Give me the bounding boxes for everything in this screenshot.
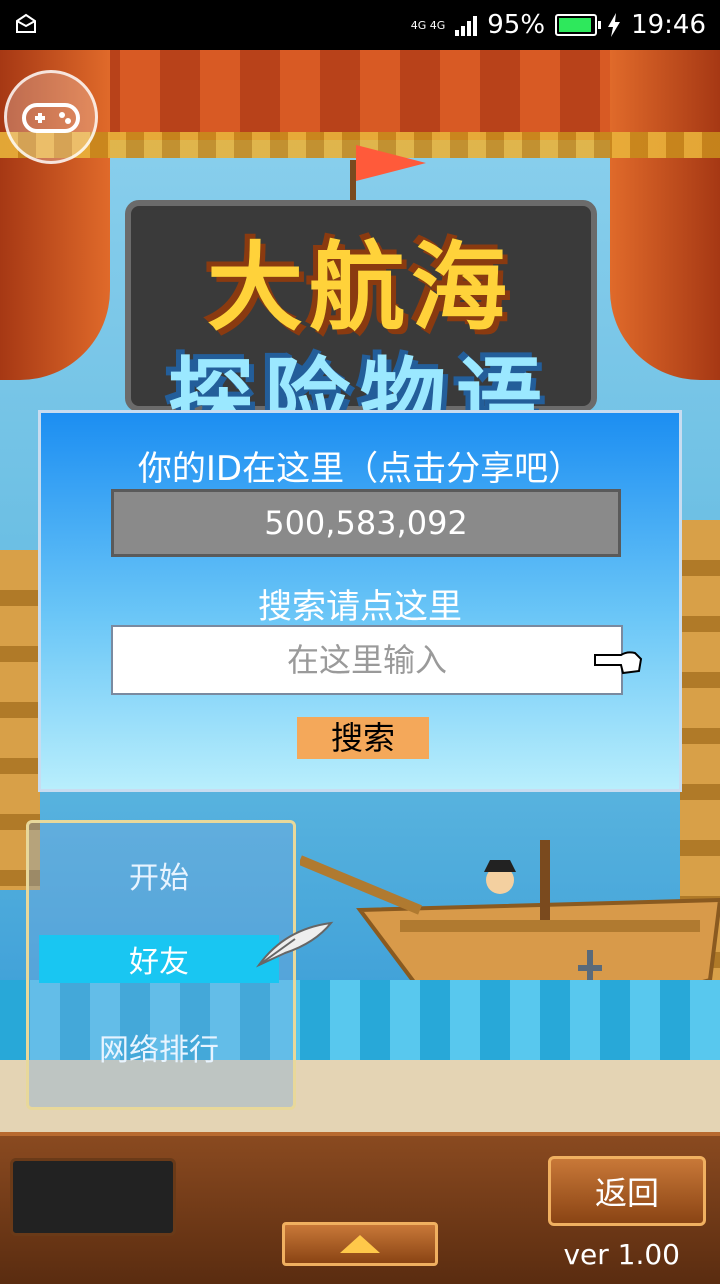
side-menu: 开始 好友 网络排行 (26, 820, 334, 1110)
expand-button[interactable] (282, 1222, 438, 1266)
search-button[interactable]: 搜索 (297, 717, 429, 759)
menu-item-friends[interactable]: 好友 (39, 935, 279, 983)
flag-icon (356, 145, 426, 181)
status-bar: 4G 4G 95% 19:46 (0, 0, 720, 50)
charging-icon (608, 13, 621, 37)
id-label: 你的ID在这里（点击分享吧） (137, 449, 583, 489)
battery-icon (555, 14, 602, 36)
friend-dialog: 你的ID在这里（点击分享吧） 500,583,092 搜索请点这里 搜索 (38, 410, 682, 792)
search-label: 搜索请点这里 (258, 587, 462, 627)
pointing-hand-icon (594, 651, 643, 675)
menu-item-ranking[interactable]: 网络排行 (39, 1023, 279, 1071)
notification-icon (14, 12, 38, 36)
arrow-up-icon (340, 1235, 380, 1253)
empty-slot (10, 1158, 176, 1236)
player-id-box[interactable]: 500,583,092 (111, 489, 621, 557)
bottom-bar: 返回 ver 1.00 (0, 1132, 720, 1284)
gamepad-button[interactable] (4, 70, 98, 164)
search-input[interactable] (111, 625, 623, 695)
clock: 19:46 (631, 10, 706, 40)
quill-pointer-icon (255, 921, 334, 968)
network-type: 4G 4G (410, 18, 446, 32)
battery-fill (559, 18, 592, 32)
signal-icon (455, 14, 478, 36)
back-button[interactable]: 返回 (548, 1156, 706, 1226)
gamepad-icon (22, 103, 80, 133)
menu-item-start[interactable]: 开始 (39, 851, 279, 899)
version-label: ver 1.00 (563, 1238, 680, 1271)
battery-percent: 95% (487, 10, 546, 40)
